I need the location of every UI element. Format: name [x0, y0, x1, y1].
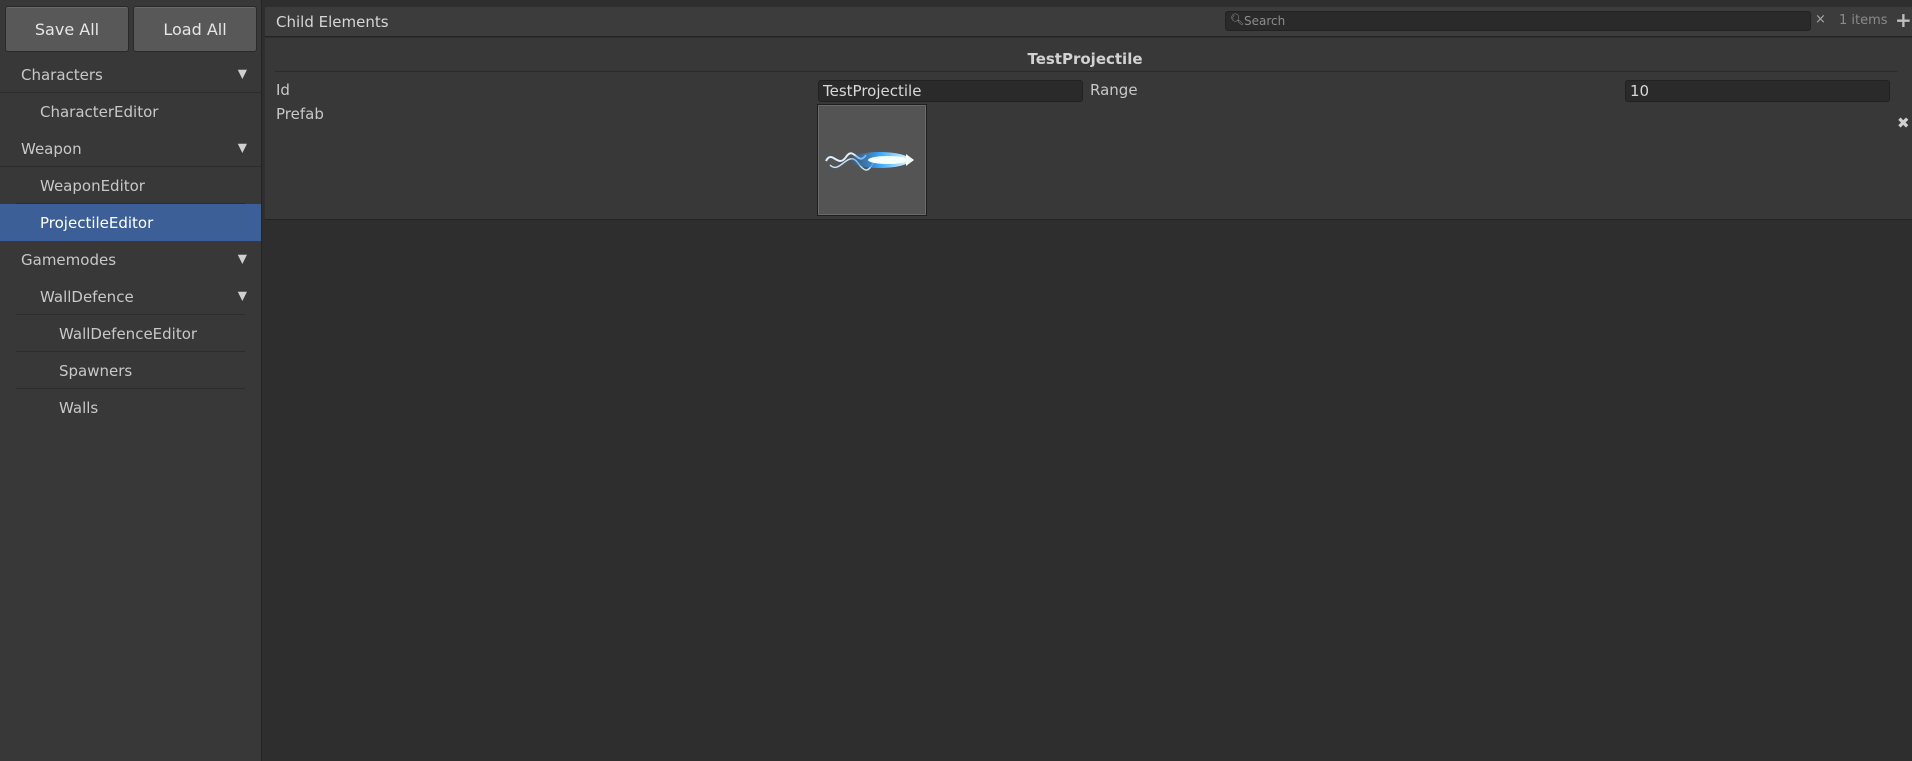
- sidebar-item-label: WallDefence: [40, 287, 134, 306]
- header-title: Child Elements: [276, 13, 389, 31]
- sidebar-item-label: CharacterEditor: [40, 102, 159, 121]
- sidebar-item-label: Weapon: [21, 139, 82, 158]
- prefab-thumbnail[interactable]: [817, 104, 927, 216]
- child-elements-header: Child Elements 🔍︎ × 1 items +: [265, 7, 1912, 37]
- sidebar-item-label: WallDefenceEditor: [59, 324, 198, 343]
- sidebar-item-walldefence[interactable]: WallDefence ▼: [0, 278, 261, 315]
- sidebar-item-weaponeditor[interactable]: WeaponEditor: [0, 167, 261, 204]
- sidebar-item-spawners[interactable]: Spawners: [0, 352, 261, 389]
- prefab-label: Prefab: [276, 105, 324, 123]
- sidebar-item-projectileeditor[interactable]: ProjectileEditor: [0, 204, 261, 241]
- triangle-down-icon[interactable]: ▼: [238, 288, 247, 302]
- search-icon: 🔍︎: [1230, 13, 1244, 26]
- sidebar-item-label: WeaponEditor: [40, 176, 145, 195]
- remove-element-icon[interactable]: ✖: [1897, 114, 1910, 132]
- editor-window: Save All Load All Characters ▼ Character…: [0, 0, 1912, 761]
- id-label: Id: [276, 81, 290, 99]
- save-all-button[interactable]: Save All: [5, 6, 129, 52]
- element-title: TestProjectile: [1027, 50, 1143, 68]
- sidebar-item-gamemodes[interactable]: Gamemodes ▼: [0, 241, 261, 278]
- sidebar-item-label: Walls: [59, 398, 99, 417]
- sidebar-item-label: Gamemodes: [21, 250, 117, 269]
- triangle-down-icon[interactable]: ▼: [238, 140, 247, 154]
- search-input[interactable]: [1244, 12, 1794, 30]
- sidebar-item-label: ProjectileEditor: [40, 213, 154, 232]
- sidebar-item-weapon[interactable]: Weapon ▼: [0, 130, 261, 167]
- sidebar-menu: Characters ▼ CharacterEditor Weapon ▼ We…: [0, 56, 261, 426]
- child-element-card: TestProjectile Id TestProjectile Range 1…: [265, 38, 1912, 220]
- sidebar-item-walls[interactable]: Walls: [0, 389, 261, 426]
- item-count: 1 items: [1839, 13, 1888, 28]
- triangle-down-icon[interactable]: ▼: [238, 66, 247, 80]
- sidebar-item-charactereditor[interactable]: CharacterEditor: [0, 93, 261, 130]
- clear-search-icon[interactable]: ×: [1815, 12, 1826, 27]
- triangle-down-icon[interactable]: ▼: [238, 251, 247, 265]
- range-label: Range: [1090, 81, 1138, 99]
- id-field[interactable]: TestProjectile: [818, 80, 1083, 102]
- sidebar-item-walldefenceeditor[interactable]: WallDefenceEditor: [0, 315, 261, 352]
- sidebar: Save All Load All Characters ▼ Character…: [0, 0, 262, 761]
- main-panel: Child Elements 🔍︎ × 1 items + TestProjec…: [262, 0, 1912, 761]
- range-field[interactable]: 10: [1625, 80, 1890, 102]
- sidebar-item-label: Spawners: [59, 361, 133, 380]
- search-box[interactable]: 🔍︎: [1225, 11, 1811, 31]
- load-all-button[interactable]: Load All: [133, 6, 257, 52]
- sidebar-item-label: Characters: [21, 65, 103, 84]
- add-element-button[interactable]: +: [1895, 9, 1912, 31]
- divider: [275, 71, 1897, 72]
- projectile-icon: [825, 152, 914, 171]
- sidebar-item-characters[interactable]: Characters ▼: [0, 56, 261, 93]
